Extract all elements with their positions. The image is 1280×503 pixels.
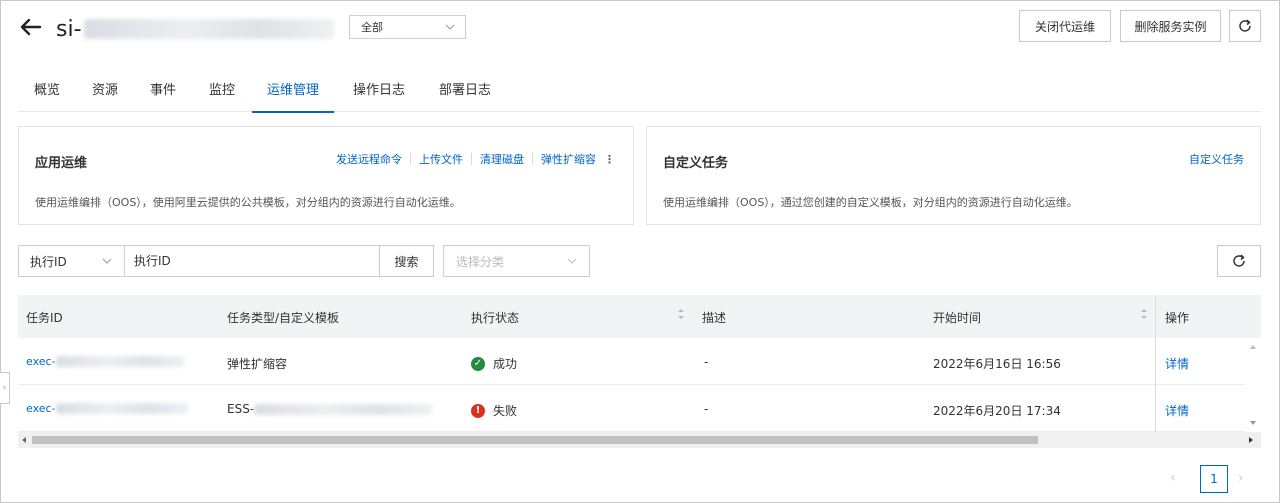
tab-events[interactable]: 事件 — [150, 79, 176, 111]
details-link[interactable]: 详情 — [1165, 402, 1189, 419]
task-id-link[interactable]: exec- — [26, 355, 184, 368]
refresh-icon — [1233, 254, 1245, 267]
close-managed-ops-button[interactable]: 关闭代运维 — [1019, 10, 1111, 42]
status-text: 失败 — [493, 404, 518, 418]
tab-bar: 概览 资源 事件 监控 运维管理 操作日志 部署日志 — [18, 72, 1261, 113]
tab-ops-management[interactable]: 运维管理 — [252, 79, 335, 113]
filter-type-select[interactable]: 执行ID — [18, 245, 125, 277]
instance-id-redacted — [83, 19, 334, 39]
error-alert-icon: ! — [471, 403, 485, 418]
category-select[interactable]: 选择分类 — [443, 245, 590, 277]
task-id-prefix: exec- — [26, 402, 56, 415]
scroll-left-icon[interactable] — [21, 436, 27, 444]
horizontal-scroll-thumb[interactable] — [32, 436, 1038, 444]
tab-deployment-log[interactable]: 部署日志 — [439, 79, 491, 111]
back-arrow-icon[interactable] — [18, 14, 44, 40]
status-cell: ✓ 成功 — [471, 355, 517, 372]
scroll-right-icon[interactable] — [1248, 436, 1254, 444]
details-link[interactable]: 详情 — [1165, 355, 1189, 372]
table-row: exec- 弹性扩缩容 ✓ 成功 - 2022年6月16日 16:56 详情 — [18, 338, 1261, 385]
table-header: 任务ID 任务类型/自定义模板 执行状态 描述 开始时间 操作 — [18, 295, 1261, 338]
table-refresh-button[interactable] — [1217, 245, 1261, 277]
template-name-redacted — [254, 403, 433, 415]
upload-file-link[interactable]: 上传文件 — [419, 151, 463, 167]
sort-icon[interactable] — [677, 307, 685, 321]
more-vertical-icon[interactable]: ⋮ — [604, 153, 615, 166]
app-ops-description: 使用运维编排（OOS），使用阿里云提供的公共模板，对分组内的资源进行自动化运维。 — [35, 196, 461, 209]
description-cell: - — [704, 355, 709, 369]
column-header-task-type: 任务类型/自定义模板 — [227, 311, 340, 325]
table-row: exec- ESS- ! 失败 - 2022年6月20日 17:34 详情 — [18, 385, 1261, 432]
chevron-down-icon — [102, 258, 112, 264]
pagination-prev-icon[interactable]: ‹ — [1170, 470, 1176, 486]
description-cell: - — [704, 402, 709, 416]
app-ops-actions: 发送远程命令 上传文件 清理磁盘 弹性扩缩容 ⋮ — [336, 151, 615, 167]
column-header-start-time: 开始时间 — [933, 311, 982, 325]
instance-id-prefix: si- — [56, 16, 82, 42]
delete-service-instance-label: 删除服务实例 — [1134, 19, 1207, 34]
scroll-up-icon[interactable] — [1249, 344, 1257, 350]
column-header-task-id: 任务ID — [26, 311, 63, 325]
tab-operation-log[interactable]: 操作日志 — [353, 79, 405, 111]
custom-task-actions: 自定义任务 — [1189, 151, 1244, 167]
refresh-button[interactable] — [1229, 10, 1261, 42]
start-time-cell: 2022年6月20日 17:34 — [933, 404, 1061, 418]
chevron-down-icon — [567, 258, 577, 264]
send-remote-command-link[interactable]: 发送远程命令 — [336, 151, 402, 167]
custom-task-link[interactable]: 自定义任务 — [1189, 151, 1244, 167]
custom-task-card: 自定义任务 自定义任务 使用运维编排（OOS），通过您创建的自定义模板，对分组内… — [646, 126, 1261, 225]
sort-icon[interactable] — [1140, 307, 1148, 321]
pagination-page-current[interactable]: 1 — [1200, 465, 1228, 493]
divider — [471, 153, 472, 165]
custom-task-title: 自定义任务 — [663, 156, 729, 171]
tab-monitoring[interactable]: 监控 — [209, 79, 235, 111]
execution-id-input[interactable] — [124, 245, 380, 277]
task-id-link[interactable]: exec- — [26, 402, 188, 415]
elastic-scaling-link[interactable]: 弹性扩缩容 — [541, 151, 596, 167]
divider — [410, 153, 411, 165]
start-time-cell: 2022年6月16日 16:56 — [933, 357, 1061, 371]
scope-select-value: 全部 — [361, 21, 383, 34]
chevron-left-icon: ‹ — [2, 383, 7, 393]
search-button-label: 搜索 — [394, 254, 419, 269]
clean-disk-link[interactable]: 清理磁盘 — [480, 151, 524, 167]
divider — [532, 153, 533, 165]
delete-service-instance-button[interactable]: 删除服务实例 — [1120, 10, 1221, 42]
column-header-description: 描述 — [702, 311, 727, 325]
task-id-prefix: exec- — [26, 355, 56, 368]
task-type-cell: ESS- — [227, 402, 433, 416]
collapse-sidebar-handle[interactable]: ‹ — [0, 372, 10, 404]
chevron-down-icon — [445, 24, 455, 30]
filter-type-value: 执行ID — [30, 254, 67, 269]
app-ops-title: 应用运维 — [35, 156, 88, 171]
scope-select[interactable]: 全部 — [349, 15, 466, 39]
task-table: 任务ID 任务类型/自定义模板 执行状态 描述 开始时间 操作 exec- 弹性… — [18, 295, 1261, 448]
status-text: 成功 — [493, 357, 518, 371]
status-cell: ! 失败 — [471, 402, 517, 419]
success-check-icon: ✓ — [471, 356, 485, 371]
scroll-down-icon[interactable] — [1249, 420, 1257, 426]
close-managed-ops-label: 关闭代运维 — [1034, 19, 1095, 34]
refresh-icon — [1239, 19, 1251, 32]
custom-task-description: 使用运维编排（OOS），通过您创建的自定义模板，对分组内的资源进行自动化运维。 — [663, 196, 1078, 209]
fixed-column-divider — [1155, 295, 1156, 432]
task-id-redacted — [55, 403, 188, 414]
horizontal-scrollbar[interactable] — [18, 432, 1261, 448]
vertical-scrollbar[interactable] — [1245, 338, 1261, 432]
search-button[interactable]: 搜索 — [379, 245, 434, 277]
app-ops-card: 应用运维 发送远程命令 上传文件 清理磁盘 弹性扩缩容 ⋮ 使用运维编排（OOS… — [18, 126, 634, 225]
task-type-prefix: ESS- — [227, 402, 255, 416]
pagination-next-icon[interactable]: › — [1238, 470, 1244, 486]
column-header-actions: 操作 — [1165, 311, 1190, 325]
tab-resources[interactable]: 资源 — [92, 79, 118, 111]
column-header-status: 执行状态 — [471, 311, 520, 325]
task-id-redacted — [55, 356, 184, 367]
page-title: si- — [56, 14, 334, 44]
task-type-cell: 弹性扩缩容 — [227, 357, 288, 371]
category-select-placeholder: 选择分类 — [456, 254, 505, 269]
tab-overview[interactable]: 概览 — [34, 79, 60, 111]
